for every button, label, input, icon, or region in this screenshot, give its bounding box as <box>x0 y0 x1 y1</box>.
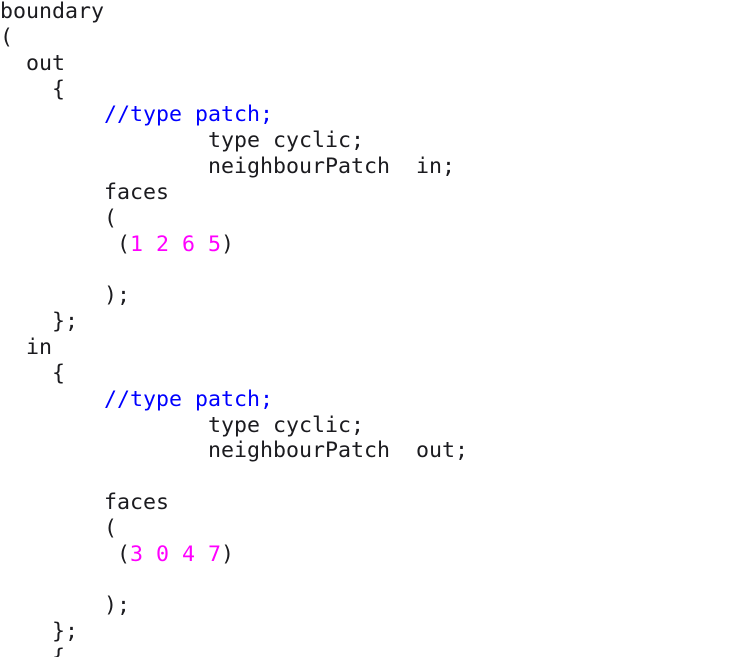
code-line[interactable]: { <box>0 361 468 387</box>
code-line[interactable]: { <box>0 645 468 657</box>
code-token-plain: type cyclic; <box>0 128 365 154</box>
code-token-plain: ); <box>0 593 131 619</box>
code-token-plain: }; <box>0 309 79 335</box>
code-token-plain: { <box>0 645 65 657</box>
code-line[interactable]: { <box>0 77 468 103</box>
code-token-number: 3 0 4 7 <box>130 541 222 567</box>
code-token-plain: out <box>0 50 66 76</box>
code-token-plain: faces <box>0 490 170 516</box>
code-token-plain: ) <box>221 541 235 567</box>
code-line[interactable]: neighbourPatch out; <box>0 438 468 464</box>
code-token-plain: ( <box>0 541 131 567</box>
code-line[interactable]: out <box>0 51 468 77</box>
code-token-plain: type cyclic; <box>0 412 365 438</box>
code-token-plain: ( <box>0 205 118 231</box>
code-line[interactable] <box>0 568 468 594</box>
code-line[interactable]: faces <box>0 490 468 516</box>
code-line[interactable]: //type patch; <box>0 387 468 413</box>
code-token-comment: //type patch; <box>104 386 274 412</box>
code-token-plain: }; <box>0 619 79 645</box>
code-line[interactable]: in <box>0 335 468 361</box>
code-token-plain: boundary <box>0 0 105 24</box>
code-line[interactable]: }; <box>0 309 468 335</box>
code-line[interactable]: (3 0 4 7) <box>0 542 468 568</box>
code-token-plain: { <box>0 76 66 102</box>
code-token-plain: ) <box>221 231 235 257</box>
code-token-plain: faces <box>0 179 170 205</box>
code-token-plain: ); <box>0 283 131 309</box>
code-line[interactable]: type cyclic; <box>0 413 468 439</box>
code-token-plain: { <box>0 360 66 386</box>
code-token-plain: ( <box>0 231 131 257</box>
code-editor-viewport[interactable]: boundary( out { //type patch; type cycli… <box>0 0 730 657</box>
code-line[interactable]: type cyclic; <box>0 128 468 154</box>
code-token-plain: ( <box>0 515 118 541</box>
code-line[interactable]: ); <box>0 593 468 619</box>
code-line[interactable]: ( <box>0 206 468 232</box>
code-text-body[interactable]: boundary( out { //type patch; type cycli… <box>0 0 468 657</box>
code-line[interactable]: neighbourPatch in; <box>0 154 468 180</box>
code-line[interactable]: }; <box>0 619 468 645</box>
code-line[interactable] <box>0 257 468 283</box>
code-line[interactable]: faces <box>0 180 468 206</box>
code-line[interactable]: boundary <box>0 0 468 25</box>
code-line[interactable]: ( <box>0 25 468 51</box>
code-token-plain: ( <box>0 24 14 50</box>
code-token-plain: in <box>0 334 53 360</box>
code-line[interactable]: (1 2 6 5) <box>0 232 468 258</box>
code-token-plain: neighbourPatch in; <box>0 154 456 180</box>
code-line[interactable]: ); <box>0 283 468 309</box>
code-line[interactable]: ( <box>0 516 468 542</box>
code-line[interactable] <box>0 464 468 490</box>
code-line[interactable]: //type patch; <box>0 102 468 128</box>
code-token-plain: neighbourPatch out; <box>0 438 469 464</box>
code-token-number: 1 2 6 5 <box>130 231 222 257</box>
code-token-comment: //type patch; <box>104 102 274 128</box>
